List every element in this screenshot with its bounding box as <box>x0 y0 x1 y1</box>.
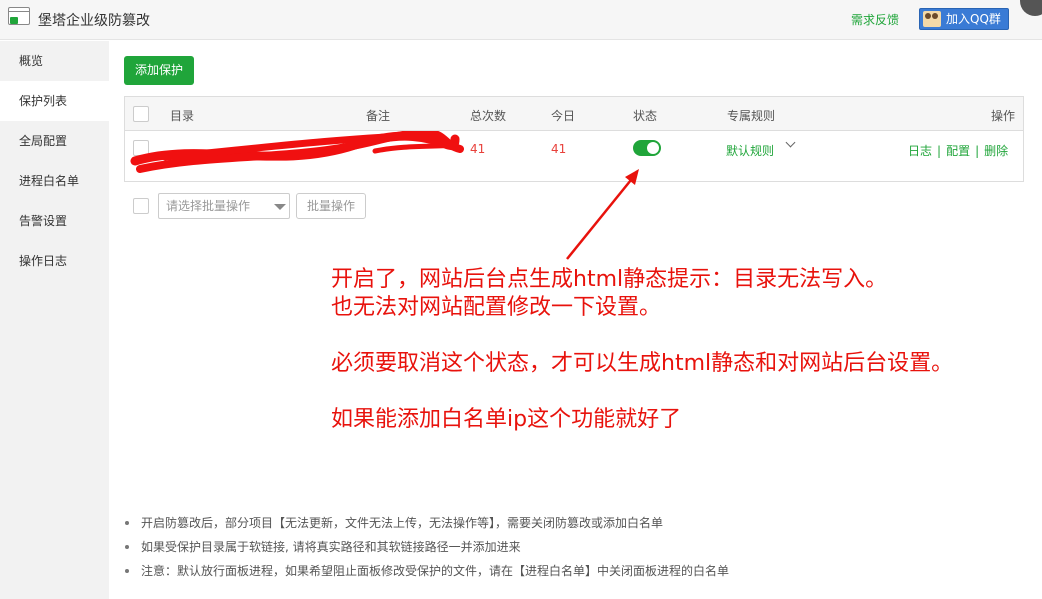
qq-group-icon <box>923 11 941 27</box>
title-bar: 堡塔企业级防篡改 需求反馈 加入QQ群 <box>0 0 1042 40</box>
delete-link[interactable]: 删除 <box>984 144 1008 158</box>
sidebar: 概览 保护列表 全局配置 进程白名单 告警设置 操作日志 <box>0 41 109 599</box>
column-header-total: 总次数 <box>470 109 507 123</box>
caret-down-icon <box>274 204 286 210</box>
status-toggle[interactable] <box>633 140 661 156</box>
lock-icon <box>10 17 18 24</box>
sidebar-item-protection-list[interactable]: 保护列表 <box>0 81 109 121</box>
table-header: 目录 备注 总次数 今日 状态 专属规则 操作 <box>125 97 1023 131</box>
annotation-text: 开启了，网站后台点生成html静态提示：目录无法写入。 也无法对网站配置修改一下… <box>331 266 953 434</box>
select-all-checkbox[interactable] <box>133 106 149 122</box>
add-protection-button[interactable]: 添加保护 <box>124 56 194 85</box>
main-content: 添加保护 目录 备注 总次数 今日 状态 专属规则 操作 41 41 默认规则 <box>109 41 1042 599</box>
column-header-actions: 操作 <box>991 109 1016 123</box>
annotation-line: 如果能添加白名单ip这个功能就好了 <box>331 407 682 432</box>
sidebar-item-global-config[interactable]: 全局配置 <box>0 121 109 161</box>
protection-table: 目录 备注 总次数 今日 状态 专属规则 操作 41 41 默认规则 日志 | 配置… <box>124 96 1024 182</box>
tip-item: 如果受保护目录属于软链接, 请将真实路径和其软链接路径一并添加进来 <box>124 535 1024 559</box>
row-checkbox[interactable] <box>133 140 149 156</box>
row-today-count: 41 <box>551 142 567 156</box>
redaction-scribble <box>130 131 464 173</box>
tip-item: 开启防篡改后，部分项目【无法更新，文件无法上传，无法操作等】，需要关闭防篡改或添… <box>124 511 1024 535</box>
join-qq-group-button[interactable]: 加入QQ群 <box>919 8 1009 30</box>
annotation-line: 开启了，网站后台点生成html静态提示：目录无法写入。 <box>331 267 888 292</box>
action-separator: | <box>975 144 980 158</box>
bulk-action-placeholder: 请选择批量操作 <box>166 199 251 213</box>
sidebar-item-overview[interactable]: 概览 <box>0 41 109 81</box>
annotation-line <box>331 378 953 406</box>
chevron-down-icon[interactable] <box>785 137 796 148</box>
table-row: 41 41 默认规则 日志 | 配置 | 删除 <box>125 131 1023 181</box>
bulk-action-button[interactable]: 批量操作 <box>296 193 366 219</box>
config-link[interactable]: 配置 <box>946 144 970 158</box>
annotation-line: 也无法对网站配置修改一下设置。 <box>331 295 662 320</box>
column-header-directory: 目录 <box>170 109 195 123</box>
rule-select[interactable]: 默认规则 <box>726 142 774 159</box>
column-header-rule: 专属规则 <box>727 109 776 123</box>
annotation-line <box>331 322 953 350</box>
row-total-count: 41 <box>470 142 486 156</box>
close-icon[interactable] <box>1020 0 1042 16</box>
sidebar-item-process-whitelist[interactable]: 进程白名单 <box>0 161 109 201</box>
action-separator: | <box>937 144 942 158</box>
column-header-remark: 备注 <box>366 109 391 123</box>
column-header-today: 今日 <box>551 109 576 123</box>
window-title: 堡塔企业级防篡改 <box>38 13 150 29</box>
join-qq-group-label: 加入QQ群 <box>946 12 1001 26</box>
log-link[interactable]: 日志 <box>908 144 932 158</box>
bulk-select-checkbox[interactable] <box>133 198 149 214</box>
feedback-link[interactable]: 需求反馈 <box>851 11 899 28</box>
tip-item: 注意：默认放行面板进程，如果希望阻止面板修改受保护的文件，请在【进程白名单】中关… <box>124 559 1024 583</box>
annotation-line: 必须要取消这个状态，才可以生成html静态和对网站后台设置。 <box>331 351 954 376</box>
sidebar-item-alert-settings[interactable]: 告警设置 <box>0 201 109 241</box>
column-header-status: 状态 <box>633 109 658 123</box>
bulk-action-select[interactable]: 请选择批量操作 <box>158 193 290 219</box>
tips-list: 开启防篡改后，部分项目【无法更新，文件无法上传，无法操作等】，需要关闭防篡改或添… <box>124 511 1024 583</box>
sidebar-item-operation-log[interactable]: 操作日志 <box>0 241 109 281</box>
row-actions: 日志 | 配置 | 删除 <box>908 142 1008 159</box>
